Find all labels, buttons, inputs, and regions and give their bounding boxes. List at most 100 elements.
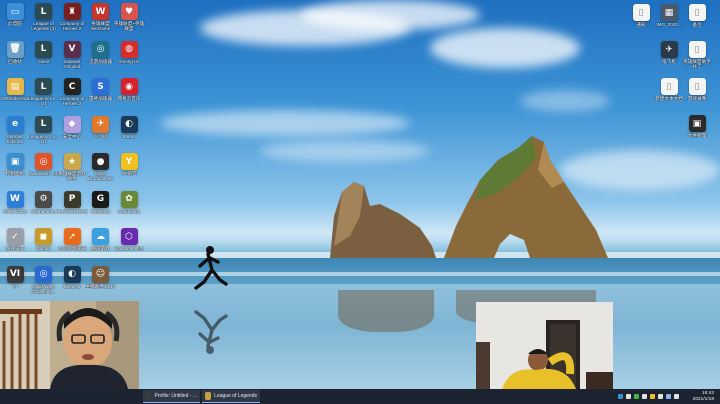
desktop-shortcut-label: Warhammer (30, 208, 57, 214)
desktop-shortcut[interactable]: V Valorant Original (58, 40, 86, 69)
tray-icon[interactable] (634, 394, 639, 399)
tray-icon[interactable] (642, 394, 647, 399)
tray-icon[interactable] (658, 394, 663, 399)
tray-icon[interactable] (618, 394, 623, 399)
streamer-icon: ☺ (92, 265, 109, 283)
gunfire-icon: ◼ (35, 228, 52, 245)
desktop-shortcut[interactable]: C Company of Heroes 2 (58, 78, 86, 106)
control-panel-icon: ▣ (6, 153, 24, 170)
tray-icon[interactable] (626, 394, 631, 399)
desktop-shortcut[interactable]: ▯ 新建文本文档 (655, 78, 683, 101)
taskbar-button-label: Profile: Untitled - ... (154, 393, 197, 399)
tray-icon[interactable] (650, 394, 655, 399)
desktop-shortcut[interactable]: ⬡ WeGame 助手 (114, 228, 144, 251)
desktop-shortcut[interactable]: ◆ 安全中心 (58, 115, 86, 139)
desktop-shortcut-label: VI (12, 283, 18, 289)
cloud (160, 110, 410, 136)
recycle-bin-icon: 🗑 (6, 40, 24, 58)
steam-icon: ◐ (120, 115, 138, 133)
desktop-shortcut-label: 英雄联盟WeGame (90, 21, 111, 32)
text-file-icon: ▯ (660, 78, 678, 95)
helper-icon: ⬡ (120, 228, 138, 245)
vi-icon: VI (6, 265, 24, 283)
taskbar-clock[interactable]: 19:42 2021/1/18 (693, 389, 714, 404)
desktop-shortcut[interactable]: ▭ 此电脑 (1, 3, 29, 26)
desktop-shortcut[interactable]: 🗑 回收站 (1, 40, 29, 64)
desktop-shortcut-label: WeGame (90, 208, 111, 214)
desktop-shortcut[interactable]: ◼ Gunfire (30, 228, 58, 251)
document-icon: ▯ (632, 4, 650, 21)
desktop-shortcut[interactable]: L Client (30, 40, 58, 64)
game-icon: ♜ (63, 3, 81, 20)
desktop-shortcut[interactable]: e Internet Explorer (1, 115, 29, 144)
desktop-shortcut-label: 英雄联盟助手补丁 (683, 59, 711, 70)
desktop-shortcut[interactable]: ◎ Overwatch, inc. (28, 153, 59, 176)
assistant-icon: ★ (63, 153, 81, 170)
desktop-shortcut[interactable]: L League of Legends (3) (30, 3, 58, 31)
desktop-shortcut[interactable]: ▯ 英雄联盟助手补丁 (683, 41, 711, 69)
desktop-shortcut[interactable]: ▯ 游戏录像 (683, 78, 711, 101)
desktop-shortcut[interactable]: Y YY语音 (115, 153, 143, 176)
desktop-shortcut[interactable]: ★ 英雄联盟游戏助手 (58, 153, 86, 181)
paper-plane-icon: ✈ (660, 41, 678, 58)
league2-icon: L (35, 78, 52, 95)
desktop-shortcut[interactable]: ☁ 腾讯游戏 (87, 228, 115, 251)
taskbar-button-league[interactable]: League of Legends (202, 390, 260, 403)
desktop-shortcut-label: 控制面板 (5, 171, 25, 176)
league-client-icon: L (35, 40, 52, 58)
desktop-shortcut[interactable]: ◎ 迅游加速器 (87, 40, 115, 64)
tray-icon[interactable] (674, 394, 679, 399)
desktop-shortcut[interactable]: ▤ Defender.exe (1, 78, 29, 101)
desktop-shortcut[interactable]: ⚙ Warhammer (30, 190, 58, 214)
settings-icon: ✓ (6, 228, 24, 245)
desktop-shortcut[interactable]: S 雷神加速器 (87, 78, 115, 101)
desktop-shortcut[interactable]: ◉ 网易云音乐 (115, 78, 143, 101)
desktop-shortcut[interactable]: W WPS Office (1, 190, 29, 214)
desktop-shortcut[interactable]: ➚ 小火箭加速器 (58, 228, 86, 251)
desktop-shortcut[interactable]: ▦ IMG_2020... (655, 4, 683, 27)
desktop-shortcut[interactable]: ☺ 主播助手 2017 (86, 265, 115, 289)
cloud (300, 0, 480, 30)
league3-icon: L (35, 115, 52, 133)
desktop-shortcut-label: 文件管理 (687, 133, 707, 138)
wegame-icon: W (92, 3, 109, 20)
among-us-icon: ◍ (120, 40, 138, 58)
rocket-icon: ➚ (63, 228, 81, 245)
desktop-shortcut[interactable]: L League of Le... (1) (28, 115, 59, 144)
desktop-shortcut-label: 小火箭加速器 (58, 246, 86, 251)
desktop-shortcut-label: 英雄联盟+英雄联盟 (113, 21, 145, 32)
desktop-shortcut[interactable]: PPLAYERUNKNOWN'S (56, 190, 88, 214)
desktop-shortcut-label: Open Broadcaster (88, 171, 113, 182)
desktop-shortcut[interactable]: ● Open Broadcaster (87, 153, 115, 181)
desktop-shortcut[interactable]: ◐ Steam (115, 115, 143, 139)
note-icon: ▯ (688, 4, 706, 21)
desktop-shortcut[interactable]: ♜ Company of Heroes 2 (58, 3, 86, 31)
desktop-shortcut[interactable]: L League of Le... (2) (28, 78, 59, 106)
webcam-overlay-left (0, 301, 139, 389)
desktop-shortcut[interactable]: ▣ 控制面板 (1, 153, 29, 176)
hero-icon: ♥ (120, 3, 138, 20)
desktop-shortcut[interactable]: ◍ Among Us (115, 40, 143, 64)
desktop-shortcut[interactable]: W 英雄联盟WeGame (87, 3, 115, 31)
desktop-shortcut[interactable]: ✈ 小飞机 (87, 115, 115, 139)
desktop-shortcut-label: 备注 (692, 22, 702, 27)
cloud (260, 140, 430, 162)
desktop-shortcut[interactable]: G WeGame (87, 190, 115, 214)
desktop-shortcut[interactable]: ◎ Guild Wars Challenge... (30, 265, 58, 294)
desktop-shortcut-label: Guild Wars Challenge... (31, 283, 56, 294)
desktop-shortcut[interactable]: ▯ 备注 (683, 4, 711, 27)
desktop-shortcut[interactable]: ✓ 保存设置 (1, 228, 29, 251)
desktop-shortcut-label: WPS Office (3, 208, 27, 214)
obs-icon: ● (92, 153, 109, 170)
wegame2-icon: G (92, 190, 109, 208)
tray-icon[interactable] (666, 394, 671, 399)
desktop-shortcut[interactable]: ✈ 纸飞机 (655, 41, 683, 64)
desktop-shortcut[interactable]: ◐ Steam 2 (58, 265, 86, 289)
desktop-shortcut-label: 保存设置 (5, 246, 25, 251)
desktop-shortcut[interactable]: ▯ 通知 (627, 4, 655, 27)
taskbar-button-profile[interactable]: Profile: Untitled - ... (143, 390, 200, 403)
desktop-shortcut[interactable]: VI VI (1, 265, 29, 289)
desktop-shortcut[interactable]: ♥ 英雄联盟+英雄联盟 (113, 3, 145, 32)
desktop-shortcut[interactable]: ✿ Deadlands (115, 190, 143, 214)
desktop-shortcut[interactable]: ▣ 文件管理 (683, 115, 711, 138)
